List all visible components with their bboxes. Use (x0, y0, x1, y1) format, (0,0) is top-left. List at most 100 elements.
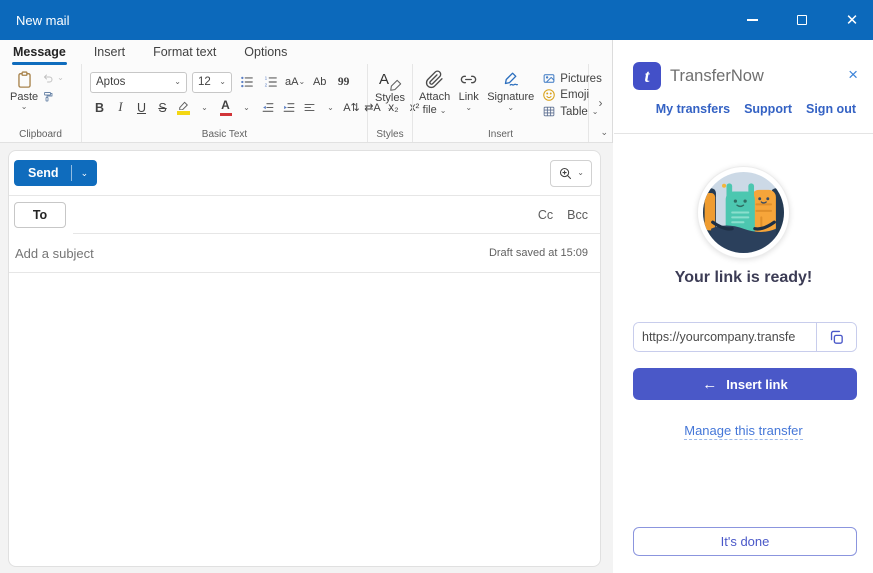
basic-text-group-label: Basic Text (82, 129, 367, 140)
link-ready-headline: Your link is ready! (614, 269, 873, 287)
insert-group-label: Insert (413, 129, 588, 140)
pictures-icon (542, 72, 556, 85)
blockquote-button[interactable]: 99 (334, 72, 353, 93)
transfernow-panel: t TransferNow × My transfers Support Sig… (614, 40, 873, 573)
align-button[interactable] (300, 97, 319, 118)
to-button[interactable]: To (14, 202, 66, 228)
styles-button[interactable]: A Styles ⌄ (368, 64, 412, 112)
panel-title: TransferNow (670, 67, 764, 86)
nav-support[interactable]: Support (744, 102, 792, 116)
panel-close-button[interactable]: × (848, 66, 858, 83)
collapse-ribbon-button[interactable]: ⌄ (600, 127, 608, 138)
decrease-indent-icon (260, 101, 276, 114)
tab-insert[interactable]: Insert (93, 42, 126, 62)
chevron-down-icon: ⌄ (174, 78, 181, 86)
strikethrough-button[interactable]: S (153, 97, 172, 118)
emoji-icon (542, 88, 556, 102)
bullet-list-button[interactable] (237, 72, 256, 93)
chevron-down-icon: ⌄ (440, 106, 447, 115)
manage-transfer-row: Manage this transfer (614, 422, 873, 440)
underline-button[interactable]: U (132, 97, 151, 118)
attach-file-button[interactable]: Attachfile ⌄ (419, 70, 450, 118)
highlight-dropdown[interactable]: ⌄ (195, 97, 214, 118)
chevron-down-icon: ⌄ (465, 104, 472, 112)
close-button[interactable]: ✕ (839, 7, 865, 33)
chevron-down-icon: ⌄ (507, 104, 514, 112)
decrease-indent-button[interactable] (258, 97, 277, 118)
copy-icon (828, 329, 845, 346)
share-link-box (633, 322, 857, 352)
font-name-value: Aptos (96, 76, 125, 88)
increase-indent-button[interactable] (279, 97, 298, 118)
change-case-button[interactable]: aA⌄ (285, 72, 305, 93)
font-size-value: 12 (198, 76, 211, 88)
chevron-down-icon: ⌄ (219, 78, 226, 86)
compose-card: Send ⌄ ⌄ To Cc Bcc (8, 150, 601, 567)
paste-button[interactable]: Paste ⌄ (10, 70, 38, 111)
draft-status: Draft saved at 15:09 (489, 247, 588, 259)
maximize-button[interactable] (789, 7, 815, 33)
recipients-row: To Cc Bcc (9, 196, 600, 233)
highlight-button[interactable] (174, 97, 193, 118)
nav-sign-out[interactable]: Sign out (806, 102, 856, 116)
transfer-illustration (697, 166, 790, 259)
align-icon (302, 102, 317, 114)
manage-transfer-link[interactable]: Manage this transfer (684, 423, 803, 440)
send-split-button[interactable]: Send ⌄ (14, 160, 97, 186)
chevron-down-icon: ⌄ (387, 104, 394, 112)
format-painter-button[interactable] (42, 90, 64, 104)
nav-my-transfers[interactable]: My transfers (656, 102, 730, 116)
chevron-down-icon: ⌄ (81, 168, 89, 178)
maximize-icon (797, 15, 807, 25)
cc-button[interactable]: Cc (538, 208, 553, 222)
font-color-dropdown[interactable]: ⌄ (237, 97, 256, 118)
clipboard-group: Paste ⌄ ⌄ Clipboard (0, 64, 82, 142)
bold-button[interactable]: B (90, 97, 109, 118)
chevron-down-icon: ⌄ (327, 104, 334, 112)
message-body[interactable] (9, 273, 600, 566)
share-link-input[interactable] (634, 323, 816, 351)
font-color-button[interactable]: A (216, 97, 235, 118)
subject-input[interactable] (15, 246, 315, 261)
change-case-label: aA (285, 76, 298, 88)
table-icon (542, 105, 556, 118)
attach-label-2: file (423, 104, 437, 116)
panel-divider (614, 133, 873, 134)
send-button[interactable]: Send (14, 166, 71, 180)
blockquote-label: 99 (338, 76, 350, 88)
font-size-select[interactable]: 12 ⌄ (192, 72, 232, 93)
clipboard-group-label: Clipboard (0, 129, 81, 140)
table-label: Table (560, 106, 588, 118)
numbered-list-button[interactable]: 12 (261, 72, 280, 93)
tab-message[interactable]: Message (12, 42, 67, 62)
panel-nav: My transfers Support Sign out (656, 102, 856, 116)
link-button[interactable]: Link ⌄ (458, 70, 479, 118)
undo-button[interactable]: ⌄ (42, 72, 64, 84)
transfernow-logo: t (633, 62, 661, 90)
tab-format-text[interactable]: Format text (152, 42, 217, 62)
its-done-label: It's done (721, 534, 770, 549)
emoji-label: Emoji (560, 89, 589, 101)
zoom-in-icon (558, 166, 573, 181)
ribbon-tabs: Message Insert Format text Options (0, 40, 612, 64)
font-name-select[interactable]: Aptos ⌄ (90, 72, 187, 93)
its-done-button[interactable]: It's done (633, 527, 857, 556)
insert-link-button[interactable]: ← Insert link (633, 368, 857, 400)
signature-button[interactable]: Signature ⌄ (487, 70, 534, 118)
send-options-dropdown[interactable]: ⌄ (72, 168, 98, 179)
copy-link-button[interactable] (816, 323, 856, 351)
styles-icon: A (379, 71, 401, 91)
minimize-button[interactable] (739, 7, 765, 33)
tab-options[interactable]: Options (243, 42, 288, 62)
styles-group: A Styles ⌄ Styles (368, 64, 413, 142)
line-spacing-button[interactable]: A⇅ (342, 97, 361, 118)
seats-illustration-icon (703, 172, 784, 253)
italic-button[interactable]: I (111, 97, 130, 118)
zoom-control[interactable]: ⌄ (550, 160, 592, 187)
ribbon-overflow-button[interactable]: › (599, 96, 603, 110)
format-painter-icon (42, 90, 54, 104)
bcc-button[interactable]: Bcc (567, 208, 588, 222)
clear-formatting-button[interactable]: Ab (310, 72, 329, 93)
align-dropdown[interactable]: ⌄ (321, 97, 340, 118)
insert-link-label: Insert link (726, 377, 787, 392)
